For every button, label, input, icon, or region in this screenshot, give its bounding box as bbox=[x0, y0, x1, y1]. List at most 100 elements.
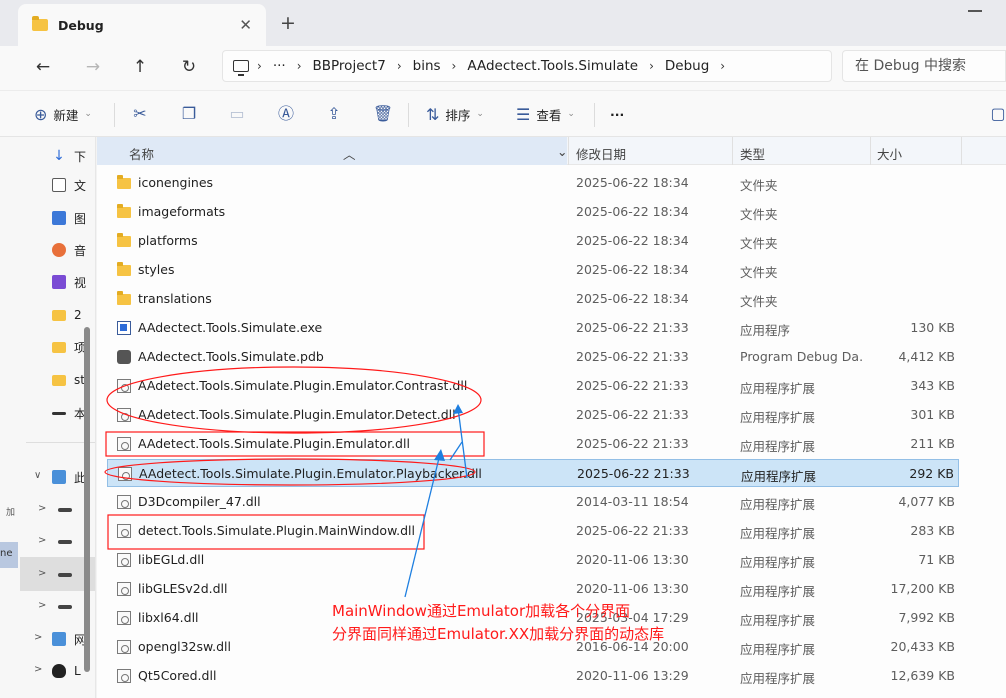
sidebar-item-music[interactable]: 音 bbox=[52, 240, 86, 260]
column-name-header[interactable] bbox=[97, 137, 567, 165]
chevron-right-icon[interactable]: > bbox=[38, 503, 46, 514]
column-name-label[interactable]: 名称 bbox=[129, 144, 154, 163]
sidebar-item-this-pc[interactable]: 此 bbox=[52, 467, 86, 487]
breadcrumb-item[interactable]: BBProject7 bbox=[313, 58, 386, 74]
sidebar-item-folder[interactable]: st bbox=[52, 370, 85, 390]
column-date-label[interactable]: 修改日期 bbox=[576, 144, 626, 163]
cut-icon[interactable]: ✂ bbox=[126, 103, 154, 125]
chevron-down-icon[interactable]: ∨ bbox=[34, 470, 41, 481]
folder-icon bbox=[52, 309, 66, 321]
sidebar-item-videos[interactable]: 视 bbox=[52, 272, 86, 292]
file-row[interactable]: styles 2025-06-22 18:34 文件夹 bbox=[107, 256, 959, 284]
file-row[interactable]: AAdetect.Tools.Simulate.Plugin.Emulator.… bbox=[107, 459, 959, 487]
sidebar-scrollbar[interactable] bbox=[84, 327, 90, 672]
chevron-down-icon[interactable]: ⌄ bbox=[557, 144, 567, 159]
file-row[interactable]: AAdetect.Tools.Simulate.Plugin.Emulator.… bbox=[107, 401, 959, 429]
file-row[interactable]: D3Dcompiler_47.dll 2014-03-11 18:54 应用程序扩展… bbox=[107, 488, 959, 516]
address-bar[interactable]: › ··· › BBProject7 › bins › AAdectect.To… bbox=[222, 50, 832, 82]
chevron-right-icon[interactable]: > bbox=[34, 664, 42, 675]
forward-button[interactable]: → bbox=[78, 54, 108, 80]
folder-icon bbox=[117, 291, 131, 305]
debug-file-icon bbox=[117, 350, 131, 364]
breadcrumb-item[interactable]: Debug bbox=[665, 58, 709, 74]
file-row[interactable]: detect.Tools.Simulate.Plugin.MainWindow.… bbox=[107, 517, 959, 545]
file-row[interactable]: AAdectect.Tools.Simulate.exe 2025-06-22 2… bbox=[107, 314, 959, 342]
back-button[interactable]: ← bbox=[28, 54, 58, 80]
sidebar-item-pictures[interactable]: 图 bbox=[52, 208, 86, 228]
sidebar-item-downloads[interactable]: ↓ 下 bbox=[52, 146, 86, 166]
file-size: 12,639 KB bbox=[890, 668, 955, 683]
file-row[interactable]: AAdectect.Tools.Simulate.pdb 2025-06-22 2… bbox=[107, 343, 959, 371]
download-icon: ↓ bbox=[53, 148, 65, 164]
paste-icon[interactable]: ▭ bbox=[223, 103, 251, 125]
details-pane-icon[interactable]: ▢ bbox=[990, 103, 1006, 125]
file-date: 2020-11-06 13:29 bbox=[576, 668, 689, 683]
sidebar-item-drive[interactable]: 本 bbox=[52, 403, 86, 423]
sidebar-item-drive[interactable] bbox=[58, 532, 80, 552]
file-type: 应用程序扩展 bbox=[740, 671, 816, 686]
sidebar-item-drive[interactable] bbox=[58, 500, 80, 520]
chevron-right-icon[interactable]: › bbox=[257, 59, 262, 73]
chevron-right-icon[interactable]: › bbox=[720, 59, 725, 73]
breadcrumb-item[interactable]: AAdectect.Tools.Simulate bbox=[467, 58, 638, 74]
sidebar-item-folder[interactable]: 2 bbox=[52, 305, 82, 325]
file-row[interactable]: libGLESv2d.dll 2020-11-06 13:30 应用程序扩展 17,2… bbox=[107, 575, 959, 603]
delete-icon[interactable]: 🗑 bbox=[369, 103, 397, 125]
up-button[interactable]: ↑ bbox=[125, 54, 155, 80]
chevron-right-icon[interactable]: > bbox=[34, 632, 42, 643]
column-divider[interactable] bbox=[961, 137, 962, 165]
file-row[interactable]: Qt5Cored.dll 2020-11-06 13:29 应用程序扩展 12,639… bbox=[107, 662, 959, 690]
folder-icon bbox=[117, 233, 131, 247]
column-divider[interactable] bbox=[732, 137, 733, 165]
column-size-label[interactable]: 大小 bbox=[877, 144, 902, 163]
divider bbox=[114, 103, 115, 127]
breadcrumb-more[interactable]: ··· bbox=[273, 58, 286, 74]
tab-debug[interactable]: Debug ✕ bbox=[18, 4, 266, 46]
dll-file-icon bbox=[117, 553, 131, 567]
file-row[interactable]: AAdetect.Tools.Simulate.Plugin.Emulator.… bbox=[107, 372, 959, 400]
sidebar-item-linux[interactable]: L bbox=[52, 661, 81, 681]
file-row[interactable]: platforms 2025-06-22 18:34 文件夹 bbox=[107, 227, 959, 255]
more-options-button[interactable]: ··· bbox=[610, 103, 624, 125]
file-row[interactable]: translations 2025-06-22 18:34 文件夹 bbox=[107, 285, 959, 313]
drive-icon bbox=[58, 508, 72, 512]
sidebar-item-drive[interactable] bbox=[58, 597, 80, 617]
folder-icon bbox=[117, 204, 131, 218]
file-size: 343 KB bbox=[910, 378, 955, 393]
new-label: 新建 bbox=[53, 107, 79, 123]
column-divider[interactable] bbox=[870, 137, 871, 165]
minimize-icon[interactable] bbox=[968, 10, 982, 12]
column-divider[interactable] bbox=[568, 137, 569, 165]
copy-icon[interactable]: ❐ bbox=[175, 103, 203, 125]
new-tab-button[interactable]: + bbox=[280, 12, 296, 34]
view-button[interactable]: ☰ 查看 ⌄ bbox=[516, 103, 575, 125]
file-row[interactable]: AAdetect.Tools.Simulate.Plugin.Emulator.… bbox=[107, 430, 959, 458]
file-row[interactable]: libEGLd.dll 2020-11-06 13:30 应用程序扩展 71 KB bbox=[107, 546, 959, 574]
file-date: 2025-06-22 18:34 bbox=[576, 291, 689, 306]
column-type-label[interactable]: 类型 bbox=[740, 144, 765, 163]
file-type: 应用程序扩展 bbox=[740, 439, 816, 454]
file-row[interactable]: imageformats 2025-06-22 18:34 文件夹 bbox=[107, 198, 959, 226]
sidebar-item-network[interactable]: 网 bbox=[52, 629, 86, 649]
document-icon bbox=[52, 178, 66, 192]
sidebar-item-documents[interactable]: 文 bbox=[52, 175, 86, 195]
close-tab-icon[interactable]: ✕ bbox=[239, 16, 252, 34]
chevron-right-icon[interactable]: > bbox=[38, 535, 46, 546]
chevron-right-icon[interactable]: > bbox=[38, 600, 46, 611]
refresh-button[interactable]: ↻ bbox=[174, 54, 204, 80]
file-row[interactable]: iconengines 2025-06-22 18:34 文件夹 bbox=[107, 169, 959, 197]
breadcrumb-item[interactable]: bins bbox=[413, 58, 441, 74]
rename-icon[interactable]: Ⓐ bbox=[272, 103, 300, 125]
new-button[interactable]: ⊕ 新建 ⌄ bbox=[34, 103, 92, 125]
chevron-right-icon[interactable]: > bbox=[38, 568, 46, 579]
file-name: Qt5Cored.dll bbox=[138, 668, 217, 683]
file-type: 文件夹 bbox=[740, 294, 778, 309]
sidebar-item-folder[interactable]: 项 bbox=[52, 337, 86, 357]
annotation-text-line-1: MainWindow通过Emulator加载各个分界面 bbox=[332, 602, 631, 620]
file-name: AAdectect.Tools.Simulate.exe bbox=[138, 320, 323, 335]
sidebar-item-drive[interactable] bbox=[58, 565, 80, 585]
linux-icon bbox=[52, 664, 66, 678]
sort-button[interactable]: ⇅ 排序 ⌄ bbox=[426, 103, 484, 125]
search-input[interactable]: 在 Debug 中搜索 bbox=[842, 50, 1006, 82]
share-icon[interactable]: ⇪ bbox=[320, 103, 348, 125]
